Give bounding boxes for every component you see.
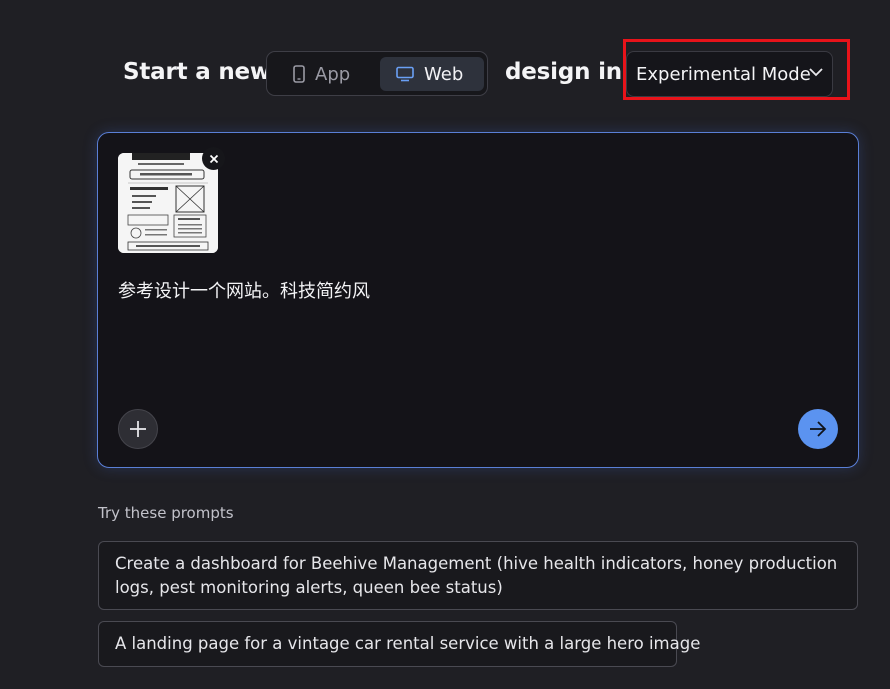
platform-toggle: App Web bbox=[266, 51, 488, 96]
suggestion-prompt-beehive[interactable]: Create a dashboard for Beehive Managemen… bbox=[98, 541, 858, 610]
heading-design-text: design in bbox=[505, 59, 622, 85]
mode-select[interactable]: Experimental Mode bbox=[626, 51, 833, 97]
platform-app-label: App bbox=[315, 63, 351, 85]
platform-app-button[interactable]: App bbox=[273, 57, 377, 91]
new-design-header: Start a new App Web design in Experiment… bbox=[0, 50, 890, 98]
mode-select-value: Experimental Mode bbox=[636, 63, 811, 85]
platform-web-label: Web bbox=[424, 63, 464, 85]
suggestion-prompt-car-rental[interactable]: A landing page for a vintage car rental … bbox=[98, 621, 700, 667]
add-attachment-button[interactable] bbox=[118, 409, 158, 449]
chevron-down-icon bbox=[809, 68, 823, 77]
plus-icon bbox=[130, 421, 146, 437]
prompt-card: 参考设计一个网站。科技简约风 bbox=[97, 132, 859, 468]
image-thumbnail bbox=[118, 153, 218, 253]
phone-icon bbox=[293, 65, 305, 83]
send-button[interactable] bbox=[798, 409, 838, 449]
heading-start-text: Start a new bbox=[123, 59, 271, 85]
arrow-right-icon bbox=[810, 421, 827, 437]
platform-web-button[interactable]: Web bbox=[380, 57, 484, 91]
suggestions-heading: Try these prompts bbox=[98, 504, 234, 522]
monitor-icon bbox=[396, 66, 414, 82]
attachment-thumbnail[interactable] bbox=[118, 153, 218, 253]
close-icon bbox=[209, 154, 218, 163]
remove-attachment-button[interactable] bbox=[202, 147, 225, 170]
prompt-input[interactable]: 参考设计一个网站。科技简约风 bbox=[118, 277, 370, 303]
